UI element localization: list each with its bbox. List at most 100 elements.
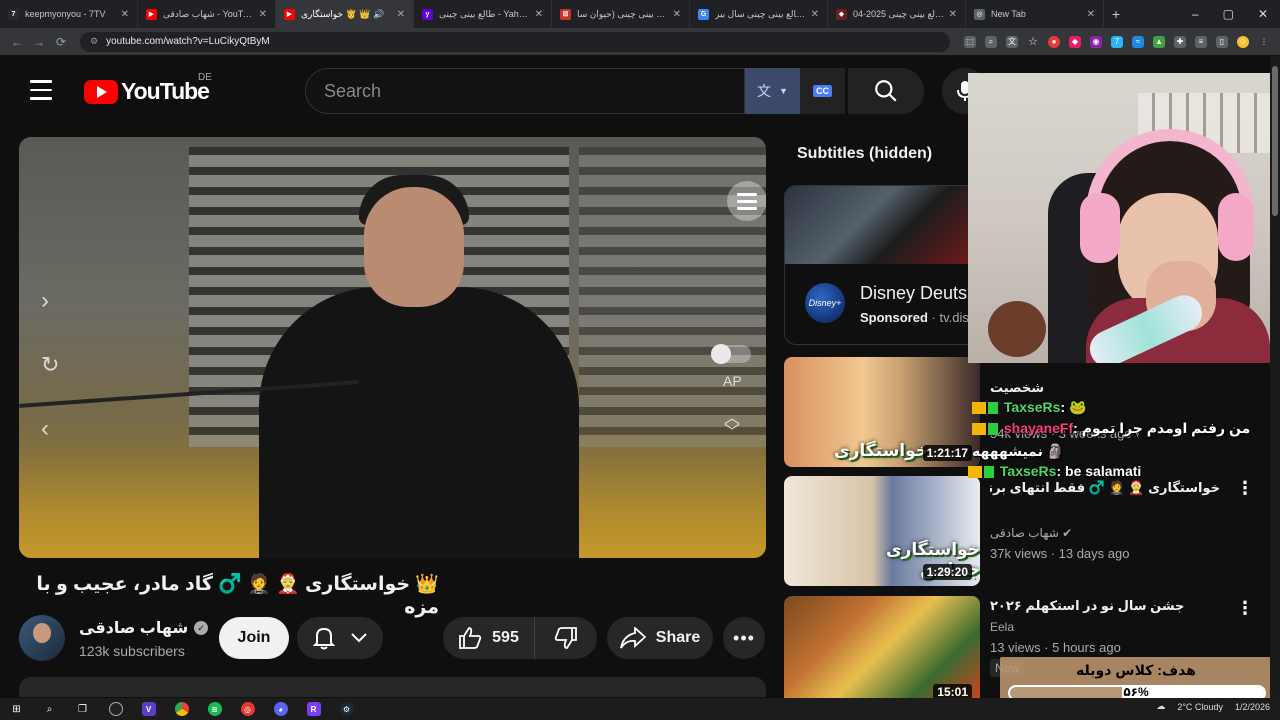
recommended-video-thumbnail[interactable]: خواستگاری جنتلمن 1:29:20 [784,476,980,586]
taskbar-app-icon[interactable] [99,698,132,720]
video-title: 👑 خواستگاری 🤶 🤵 ♂️ گاد مادر، عجیب و با م… [36,574,439,618]
recommended-video-meta[interactable]: خواستگاری 🤶 🤵 ♂️ فقط انتهای برنامه 😬 شها… [990,480,1220,561]
expand-collapse-icon[interactable]: ︿ ﹀ [724,411,740,441]
search-icon [875,80,897,102]
close-tab-icon[interactable]: ✕ [121,9,129,20]
close-window-button[interactable]: ✕ [1258,7,1268,21]
page-scrollbar[interactable] [1270,56,1280,698]
subscribe-notifications-button[interactable] [297,617,383,659]
new-tab-button[interactable]: + [1104,6,1128,22]
sponsored-ad-card[interactable]: Disney+ Disney Deuts Sponsored · tv.dis [784,185,984,345]
browser-tab[interactable]: ⊠ طالع بینی چینی (حیوان سا... ✕ [552,0,690,28]
side-panel-icon[interactable]: ▯ [1216,35,1228,48]
back-icon[interactable]: ← [6,35,28,49]
spotify-icon[interactable]: ≋ [198,698,231,720]
video-player[interactable]: › ↻ ‹ AP ︿ ﹀ [19,137,766,558]
browser-tab[interactable]: 7 keepmyonyou - 7TV ✕ [0,0,138,28]
address-bar[interactable]: ⚙ youtube.com/watch?v=LuCikyQtByM [80,31,950,52]
ext-pink-icon[interactable]: ◆ [1069,35,1081,48]
more-vert-icon[interactable]: ⋮ [1236,598,1254,619]
more-vert-icon[interactable]: ⋮ [1236,478,1254,499]
maximize-button[interactable]: ▢ [1223,7,1234,21]
profile-avatar-icon[interactable]: ☺ [1237,35,1249,48]
windows-start-icon[interactable]: ⊞ [0,698,33,720]
search-translate-button[interactable]: 文 ▼ [745,68,800,114]
ext-green-icon[interactable]: ▲ [1153,35,1165,48]
browser-tab[interactable]: ◆ طالع بینی چینی 2025-04... ✕ [828,0,966,28]
cc-icon: CC [813,85,832,97]
ext-7tv-icon[interactable]: 7 [1111,35,1123,48]
chrome-icon[interactable] [165,698,198,720]
screenshot-icon[interactable]: ⬚ [964,35,976,48]
tray-clock-date[interactable]: 1/2/2026 [1235,702,1270,712]
minimize-button[interactable]: – [1192,7,1199,21]
tab-favicon-icon: ▶ [284,8,295,20]
steam-icon[interactable]: ⚙ [330,698,363,720]
autoplay-toggle[interactable] [711,344,751,364]
chevron-right-icon[interactable]: › [41,287,49,315]
close-tab-icon[interactable]: ✕ [259,9,267,20]
discord-icon[interactable]: ◕ [264,698,297,720]
like-button[interactable]: 595 [443,617,535,659]
recommended-video-thumbnail[interactable]: 15:01 [784,596,980,706]
task-view-icon[interactable]: ❐ [66,698,99,720]
browser-tab[interactable]: y طالع بینی چینی - Yahoo Results ✕ [414,0,552,28]
forward-icon[interactable]: → [28,35,50,49]
dislike-button[interactable] [535,627,597,649]
recommended-video-thumbnail[interactable]: خواستگاری 1:21:17 [784,357,980,467]
chevron-left-icon[interactable]: ‹ [41,415,49,443]
tab-title: New Tab [991,9,1026,19]
close-tab-icon[interactable]: ✕ [811,9,819,20]
share-button[interactable]: Share [607,617,713,659]
extensions-puzzle-icon[interactable]: ✚ [1174,35,1186,48]
close-tab-icon[interactable]: ✕ [535,9,543,20]
ext-red-icon[interactable]: ● [1048,35,1060,48]
tab-favicon-icon: 7 [8,8,19,20]
scrollbar-thumb[interactable] [1272,66,1278,216]
video-frame-person [364,187,464,307]
menu-hamburger-icon[interactable] [30,80,52,100]
tab-favicon-icon: ◆ [836,8,847,20]
taskbar-app-icon[interactable]: R [297,698,330,720]
close-tab-icon[interactable]: ✕ [949,9,957,20]
goal-percent: ۵۶% [1123,685,1149,699]
youtube-wordmark: YouTube [121,78,210,104]
reading-list-icon[interactable]: ≡ [1195,35,1207,48]
reload-icon[interactable]: ⟳ [50,35,72,49]
taskbar-app-icon[interactable]: V [132,698,165,720]
search-icon[interactable]: ⌕ [33,698,66,720]
more-actions-button[interactable]: ••• [723,617,765,659]
more-horizontal-icon: ••• [733,627,755,648]
close-tab-icon[interactable]: ✕ [1087,9,1095,20]
bookmark-star-icon[interactable]: ☆ [1027,36,1039,48]
channel-name[interactable]: شهاب صادقی ✓ [79,618,209,638]
zoom-icon[interactable]: ⌕ [985,35,997,48]
search-cc-button[interactable]: CC [800,68,845,114]
close-tab-icon[interactable]: ✕ [673,9,681,20]
replay-icon[interactable]: ↻ [41,352,59,378]
chrome-menu-icon[interactable]: ⋮ [1258,36,1270,48]
browser-tab[interactable]: ▶ شهاب صادقی - YouTube ✕ [138,0,276,28]
browser-tab-active[interactable]: ▶ خواستگاری 🤴 👑 🔊 ✕ [276,0,414,28]
youtube-logo[interactable]: YouTube DE [84,72,212,105]
crown-badge-icon [972,423,986,436]
share-label: Share [655,629,701,646]
ext-purple-icon[interactable]: ◉ [1090,35,1102,48]
search-button[interactable] [848,68,924,114]
browser-tab[interactable]: ◎ New Tab ✕ [966,0,1104,28]
kick-badge-icon [984,466,994,479]
site-info-icon[interactable]: ⚙ [90,36,98,47]
player-menu-button[interactable] [727,181,766,221]
close-tab-icon[interactable]: ✕ [397,9,405,20]
translate-icon[interactable]: 文 [1006,35,1018,48]
tab-favicon-icon: ◎ [974,8,985,20]
description-box[interactable] [19,677,766,697]
browser-tab[interactable]: G طالع بینی چینی سال ببر ... ✕ [690,0,828,28]
chevron-down-icon [351,633,367,643]
channel-avatar[interactable] [19,615,65,661]
join-button[interactable]: Join [219,617,289,659]
taskbar-app-icon[interactable]: ◎ [231,698,264,720]
search-input[interactable] [324,80,704,102]
tab-favicon-icon: G [698,8,709,20]
ext-wave-icon[interactable]: ≈ [1132,35,1144,48]
